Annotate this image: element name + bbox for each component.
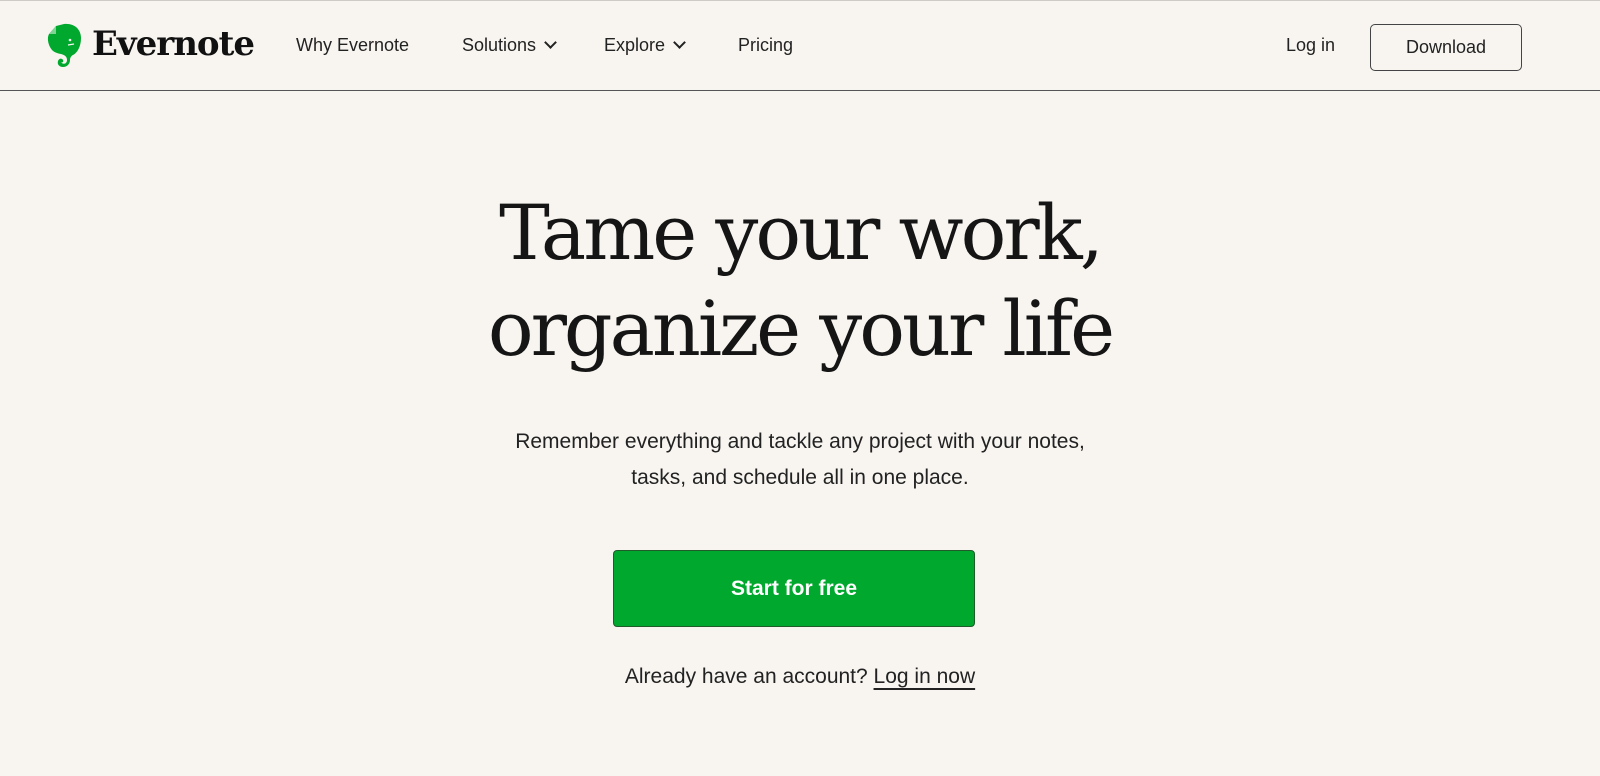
- nav-pricing[interactable]: Pricing: [738, 35, 793, 56]
- log-in-now-link[interactable]: Log in now: [874, 665, 976, 688]
- hero-title-line-2: organize your life: [487, 284, 1115, 373]
- hero-subtitle: Remember everything and tackle any proje…: [0, 424, 1600, 496]
- nav-item-label: Pricing: [738, 35, 794, 55]
- account-prompt: Already have an account? Log in now: [0, 665, 1600, 689]
- hero-title-line-1: Tame your work,: [499, 188, 1104, 277]
- hero-title: Tame your work, organize your life: [0, 185, 1600, 377]
- nav-item-label: Solutions: [462, 35, 537, 55]
- start-for-free-button[interactable]: Start for free: [613, 550, 975, 627]
- hero-subtitle-line-1: Remember everything and tackle any proje…: [515, 430, 1085, 453]
- download-button[interactable]: Download: [1370, 24, 1522, 71]
- chevron-down-icon: [544, 36, 557, 49]
- nav-explore[interactable]: Explore: [604, 35, 686, 56]
- evernote-logo[interactable]: Evernote: [46, 23, 255, 68]
- hero-subtitle-line-2: tasks, and schedule all in one place.: [631, 466, 969, 489]
- nav-why-evernote[interactable]: Why Evernote: [296, 35, 409, 56]
- chevron-down-icon: [673, 36, 686, 49]
- nav-item-label: Why Evernote: [296, 35, 410, 55]
- elephant-icon: [47, 23, 81, 67]
- site-header: Evernote Why Evernote Solutions Explore …: [0, 1, 1600, 91]
- account-prompt-text: Already have an account?: [624, 665, 868, 688]
- login-link[interactable]: Log in: [1286, 35, 1335, 56]
- nav-item-label: Explore: [604, 35, 666, 55]
- nav-solutions[interactable]: Solutions: [462, 35, 557, 56]
- logo-wordmark: Evernote: [92, 23, 255, 64]
